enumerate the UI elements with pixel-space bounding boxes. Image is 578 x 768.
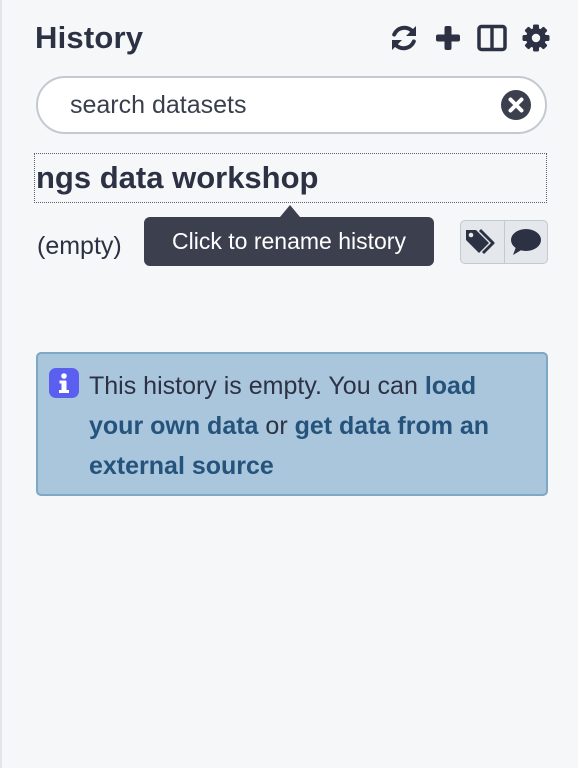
- history-panel: History search datasets ngs data worksho…: [0, 0, 578, 768]
- history-name[interactable]: ngs data workshop: [36, 160, 318, 196]
- search-input[interactable]: [70, 78, 490, 132]
- history-size: (empty): [37, 232, 122, 260]
- gear-icon[interactable]: [520, 22, 552, 54]
- history-name-editor[interactable]: ngs data workshop: [34, 153, 547, 203]
- history-header: History: [35, 18, 552, 58]
- clear-search-icon[interactable]: [501, 90, 531, 120]
- history-actions: [460, 220, 548, 264]
- header-toolbar: [388, 22, 552, 54]
- info-icon: [49, 368, 79, 403]
- alert-text-middle: or: [258, 412, 295, 440]
- tags-icon: [466, 228, 495, 255]
- empty-history-alert: This history is empty. You can load your…: [36, 352, 548, 496]
- tooltip-arrow: [280, 205, 300, 217]
- edit-annotation-button[interactable]: [503, 221, 548, 263]
- comment-icon: [510, 229, 541, 255]
- plus-icon[interactable]: [432, 22, 464, 54]
- rename-tooltip: Click to rename history: [144, 217, 434, 266]
- refresh-icon[interactable]: [388, 22, 420, 54]
- columns-icon[interactable]: [476, 22, 508, 54]
- edit-tags-button[interactable]: [461, 221, 504, 263]
- alert-message: This history is empty. You can load your…: [89, 366, 529, 486]
- panel-title: History: [35, 20, 144, 55]
- alert-text-before: This history is empty. You can: [89, 372, 425, 400]
- search-box: [36, 76, 547, 134]
